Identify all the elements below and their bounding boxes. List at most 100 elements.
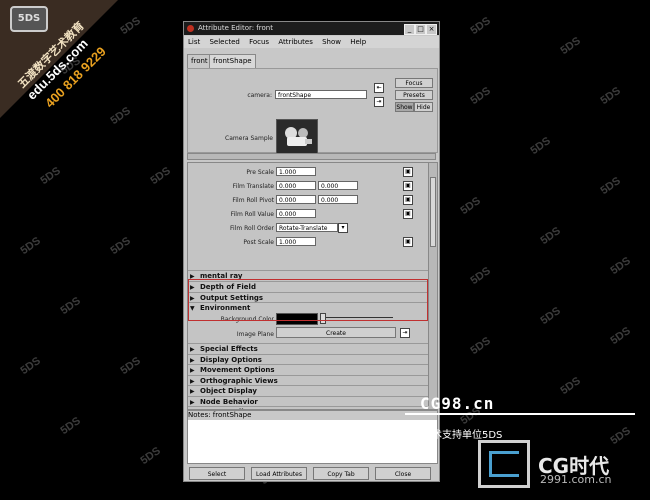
vertical-scrollbar[interactable] (428, 163, 437, 409)
create-image-plane-button[interactable]: Create (276, 327, 396, 338)
focus-button[interactable]: Focus (395, 78, 433, 88)
menu-list[interactable]: List (188, 38, 200, 46)
watermark-text: 5DS (608, 424, 633, 448)
attr-label: Film Roll Order (230, 225, 274, 232)
copy-tab-button[interactable]: Copy Tab (313, 467, 369, 480)
watermark-text: 5DS (468, 264, 493, 288)
map-button-icon[interactable]: ▣ (403, 195, 413, 205)
attr-label: Post Scale (243, 239, 274, 246)
watermark-text: 5DS (18, 234, 43, 258)
map-button-icon[interactable]: ▣ (403, 167, 413, 177)
5ds-logo: 5DS (10, 6, 48, 32)
notes-panel: Notes: frontShape (187, 410, 438, 464)
map-button-icon[interactable]: ▣ (403, 237, 413, 247)
cg98-logo-text: CG98.cn (420, 394, 495, 413)
brand-divider (405, 413, 635, 415)
camera-sample-label: Camera Sample (225, 135, 273, 142)
close-window-button[interactable]: × (426, 24, 437, 35)
highlight-box (188, 279, 428, 321)
cg-logo-icon (478, 440, 530, 488)
show-button[interactable]: Show (395, 102, 414, 112)
load-attributes-button[interactable]: Load Attributes (251, 467, 307, 480)
section-label: Orthographic Views (200, 376, 278, 385)
map-button-icon[interactable]: ▣ (403, 181, 413, 191)
input-connection-icon[interactable]: ⇤ (374, 83, 384, 93)
watermark-text: 5DS (528, 134, 553, 158)
tab-frontshape[interactable]: frontShape (209, 54, 256, 68)
watermark-text: 5DS (138, 444, 163, 468)
section-label: Special Effects (200, 345, 258, 353)
scrollbar-thumb[interactable] (430, 177, 436, 247)
attr-field[interactable]: 1.000 (276, 237, 316, 246)
navigate-arrow-icon[interactable]: ⇥ (400, 328, 410, 338)
notes-label: Notes: frontShape (188, 411, 437, 420)
image-plane-label: Image Plane (236, 331, 274, 338)
section-header[interactable]: ▶ Display Options (188, 353, 428, 365)
tab-front[interactable]: front (187, 54, 212, 69)
camera-sample-icon (276, 119, 318, 155)
camera-panel: camera: frontShape ⇤ ⇥ Focus Presets Sho… (187, 68, 438, 155)
menu-focus[interactable]: Focus (249, 38, 269, 46)
hide-button[interactable]: Hide (414, 102, 433, 112)
attr-field[interactable]: 0.000 (276, 195, 316, 204)
watermark-text: 5DS (118, 14, 143, 38)
notes-textarea[interactable] (190, 422, 433, 460)
menu-attributes[interactable]: Attributes (278, 38, 313, 46)
watermark-text: 5DS (538, 224, 563, 248)
minimize-button[interactable]: _ (404, 24, 415, 35)
section-header[interactable]: ▶ Special Effects (188, 343, 428, 354)
separator-bar[interactable] (187, 153, 436, 160)
attr-field-2[interactable]: 0.000 (318, 181, 358, 190)
section-header[interactable]: ▶ Object Display (188, 385, 428, 396)
camera-field[interactable]: frontShape (275, 90, 367, 99)
maximize-button[interactable]: □ (415, 24, 426, 35)
maya-icon (187, 25, 194, 32)
section-header[interactable]: ▶ Orthographic Views (188, 374, 428, 386)
menu-selected[interactable]: Selected (209, 38, 239, 46)
menu-show[interactable]: Show (322, 38, 341, 46)
attr-label: Pre Scale (246, 169, 274, 176)
section-header[interactable]: ▶ Movement Options (188, 364, 428, 375)
attr-field[interactable]: 0.000 (276, 181, 316, 190)
section-header[interactable]: ▶ Node Behavior (188, 395, 428, 407)
watermark-text: 5DS (608, 254, 633, 278)
section-label: Object Display (200, 387, 257, 395)
watermark-text: 5DS (468, 84, 493, 108)
presets-button[interactable]: Presets (395, 90, 433, 100)
watermark-text: 5DS (608, 324, 633, 348)
attr-field-2[interactable]: 0.000 (318, 195, 358, 204)
dropdown-arrow-icon[interactable]: ▾ (338, 223, 348, 233)
attr-field[interactable]: 1.000 (276, 167, 316, 176)
bottom-button-bar: Select Load Attributes Copy Tab Close (187, 467, 436, 480)
watermark-text: 5DS (458, 194, 483, 218)
watermark-text: 5DS (468, 334, 493, 358)
watermark-text: 5DS (58, 414, 83, 438)
watermark-text: 5DS (538, 304, 563, 328)
window-title: Attribute Editor: front (198, 24, 273, 32)
attr-field[interactable]: Rotate-Translate (276, 223, 338, 232)
watermark-text: 5DS (58, 294, 83, 318)
watermark-text: 5DS (108, 234, 133, 258)
section-label: Movement Options (200, 366, 275, 374)
watermark-text: 5DS (38, 164, 63, 188)
attr-field[interactable]: 0.000 (276, 209, 316, 218)
menu-bar: List Selected Focus Attributes Show Help (184, 36, 439, 48)
section-label: Display Options (200, 355, 262, 364)
watermark-text: 5DS (598, 174, 623, 198)
watermark-text: 5DS (148, 164, 173, 188)
attribute-editor-window: Attribute Editor: front _ □ × List Selec… (183, 21, 440, 482)
cg-era-url: 2991.com.cn (540, 473, 612, 486)
brand-subtitle: 技术支持单位5DS (422, 430, 503, 441)
close-button[interactable]: Close (375, 467, 431, 480)
watermark-text: 5DS (18, 354, 43, 378)
map-button-icon[interactable]: ▣ (403, 209, 413, 219)
output-connection-icon[interactable]: ⇥ (374, 97, 384, 107)
select-button[interactable]: Select (189, 467, 245, 480)
attr-label: Film Translate (232, 183, 274, 190)
camera-label: camera: (247, 92, 272, 99)
watermark-text: 5DS (468, 14, 493, 38)
section-label: Node Behavior (200, 397, 258, 406)
watermark-text: 5DS (118, 354, 143, 378)
menu-help[interactable]: Help (350, 38, 366, 46)
attr-label: Film Roll Value (230, 211, 274, 218)
